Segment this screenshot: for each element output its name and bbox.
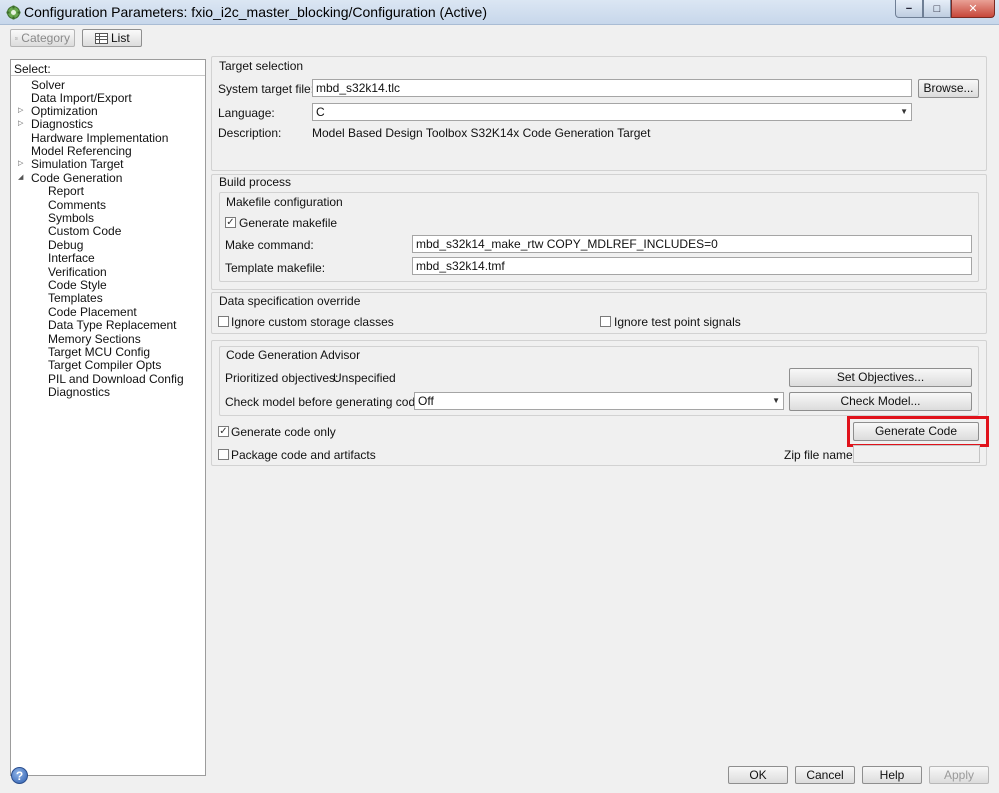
objectives-value: Unspecified xyxy=(333,371,396,385)
ignore-storage-classes-checkbox[interactable] xyxy=(218,316,229,327)
window-title: Configuration Parameters: fxio_i2c_maste… xyxy=(24,4,487,20)
title-bar: Configuration Parameters: fxio_i2c_maste… xyxy=(0,0,999,25)
chevron-down-icon: ▼ xyxy=(772,396,780,405)
language-select[interactable]: C ▼ xyxy=(312,103,912,121)
category-view-label: Category xyxy=(21,31,70,45)
tree-item-diagnostics[interactable]: Diagnostics xyxy=(31,118,93,131)
check-model-select[interactable]: Off ▼ xyxy=(414,392,784,410)
generate-code-highlight-box xyxy=(847,416,989,447)
language-label: Language: xyxy=(218,106,275,120)
objectives-label: Prioritized objectives: xyxy=(225,371,339,385)
expand-icon[interactable]: ▷ xyxy=(18,159,26,167)
list-view-button[interactable]: List xyxy=(82,29,142,47)
generate-makefile-label: Generate makefile xyxy=(239,216,338,230)
check-model-button[interactable]: Check Model... xyxy=(789,392,972,411)
generate-makefile-checkbox[interactable]: ✓ xyxy=(225,217,236,228)
ignore-storage-classes-label: Ignore custom storage classes xyxy=(231,315,394,329)
minimize-button[interactable]: − xyxy=(895,0,923,18)
tree-header-divider xyxy=(11,75,205,76)
template-makefile-label: Template makefile: xyxy=(225,261,326,275)
make-command-field[interactable]: mbd_s32k14_make_rtw COPY_MDLREF_INCLUDES… xyxy=(412,235,972,253)
zip-file-field[interactable] xyxy=(853,445,980,463)
list-icon xyxy=(95,32,108,44)
tree-header: Select: xyxy=(14,62,51,76)
check-model-value: Off xyxy=(418,394,434,408)
check-model-label: Check model before generating code: xyxy=(225,395,426,409)
expand-icon[interactable]: ▷ xyxy=(18,119,26,127)
tree-item-templates[interactable]: Templates xyxy=(48,292,103,305)
target-selection-title: Target selection xyxy=(219,59,304,73)
makefile-config-title: Makefile configuration xyxy=(226,195,343,209)
tree-item-target-compiler-opts[interactable]: Target Compiler Opts xyxy=(48,359,161,372)
browse-button[interactable]: Browse... xyxy=(918,79,979,98)
tree-item-report[interactable]: Report xyxy=(48,185,84,198)
ok-button[interactable]: OK xyxy=(728,766,788,784)
category-view-button[interactable]: Category xyxy=(10,29,75,47)
close-button[interactable]: ✕ xyxy=(951,0,995,18)
expand-icon[interactable]: ▷ xyxy=(18,106,26,114)
set-objectives-button[interactable]: Set Objectives... xyxy=(789,368,972,387)
cancel-button[interactable]: Cancel xyxy=(795,766,855,784)
tree-item-simulation-target[interactable]: Simulation Target xyxy=(31,158,124,171)
make-command-label: Make command: xyxy=(225,238,314,252)
window-controls: − □ ✕ xyxy=(895,0,995,18)
tree-item-data-type-replacement[interactable]: Data Type Replacement xyxy=(48,319,177,332)
collapse-icon[interactable]: ◢ xyxy=(18,173,26,181)
tree-item-custom-code[interactable]: Custom Code xyxy=(48,225,121,238)
settings-panel: Target selection System target file: mbd… xyxy=(211,55,989,466)
ignore-test-point-label: Ignore test point signals xyxy=(614,315,741,329)
dialog-client-area: Category List Select: Solver Data Import… xyxy=(0,25,999,793)
language-value: C xyxy=(316,105,325,119)
generate-code-only-checkbox[interactable]: ✓ xyxy=(218,426,229,437)
template-makefile-field[interactable]: mbd_s32k14.tmf xyxy=(412,257,972,275)
code-gen-advisor-title: Code Generation Advisor xyxy=(226,348,361,362)
help-button[interactable]: Help xyxy=(862,766,922,784)
maximize-button[interactable]: □ xyxy=(923,0,951,18)
data-spec-title: Data specification override xyxy=(219,294,361,308)
category-icon xyxy=(15,36,19,40)
zip-file-label: Zip file name: xyxy=(784,448,857,462)
description-value: Model Based Design Toolbox S32K14x Code … xyxy=(312,126,651,140)
system-target-label: System target file: xyxy=(218,82,315,96)
help-icon[interactable]: ? xyxy=(11,767,28,784)
chevron-down-icon: ▼ xyxy=(900,107,908,116)
ignore-test-point-checkbox[interactable] xyxy=(600,316,611,327)
package-code-label: Package code and artifacts xyxy=(231,448,376,462)
build-process-title: Build process xyxy=(219,175,292,189)
generate-code-only-label: Generate code only xyxy=(231,425,336,439)
apply-button[interactable]: Apply xyxy=(929,766,989,784)
list-view-label: List xyxy=(111,31,130,45)
system-target-field[interactable]: mbd_s32k14.tlc xyxy=(312,79,912,97)
tree-item-cg-diagnostics[interactable]: Diagnostics xyxy=(48,386,110,399)
package-code-checkbox[interactable] xyxy=(218,449,229,460)
description-label: Description: xyxy=(218,126,282,140)
category-tree[interactable]: Select: Solver Data Import/Export ▷ Opti… xyxy=(10,59,206,776)
tree-item-interface[interactable]: Interface xyxy=(48,252,95,265)
simulink-app-icon xyxy=(6,5,21,20)
